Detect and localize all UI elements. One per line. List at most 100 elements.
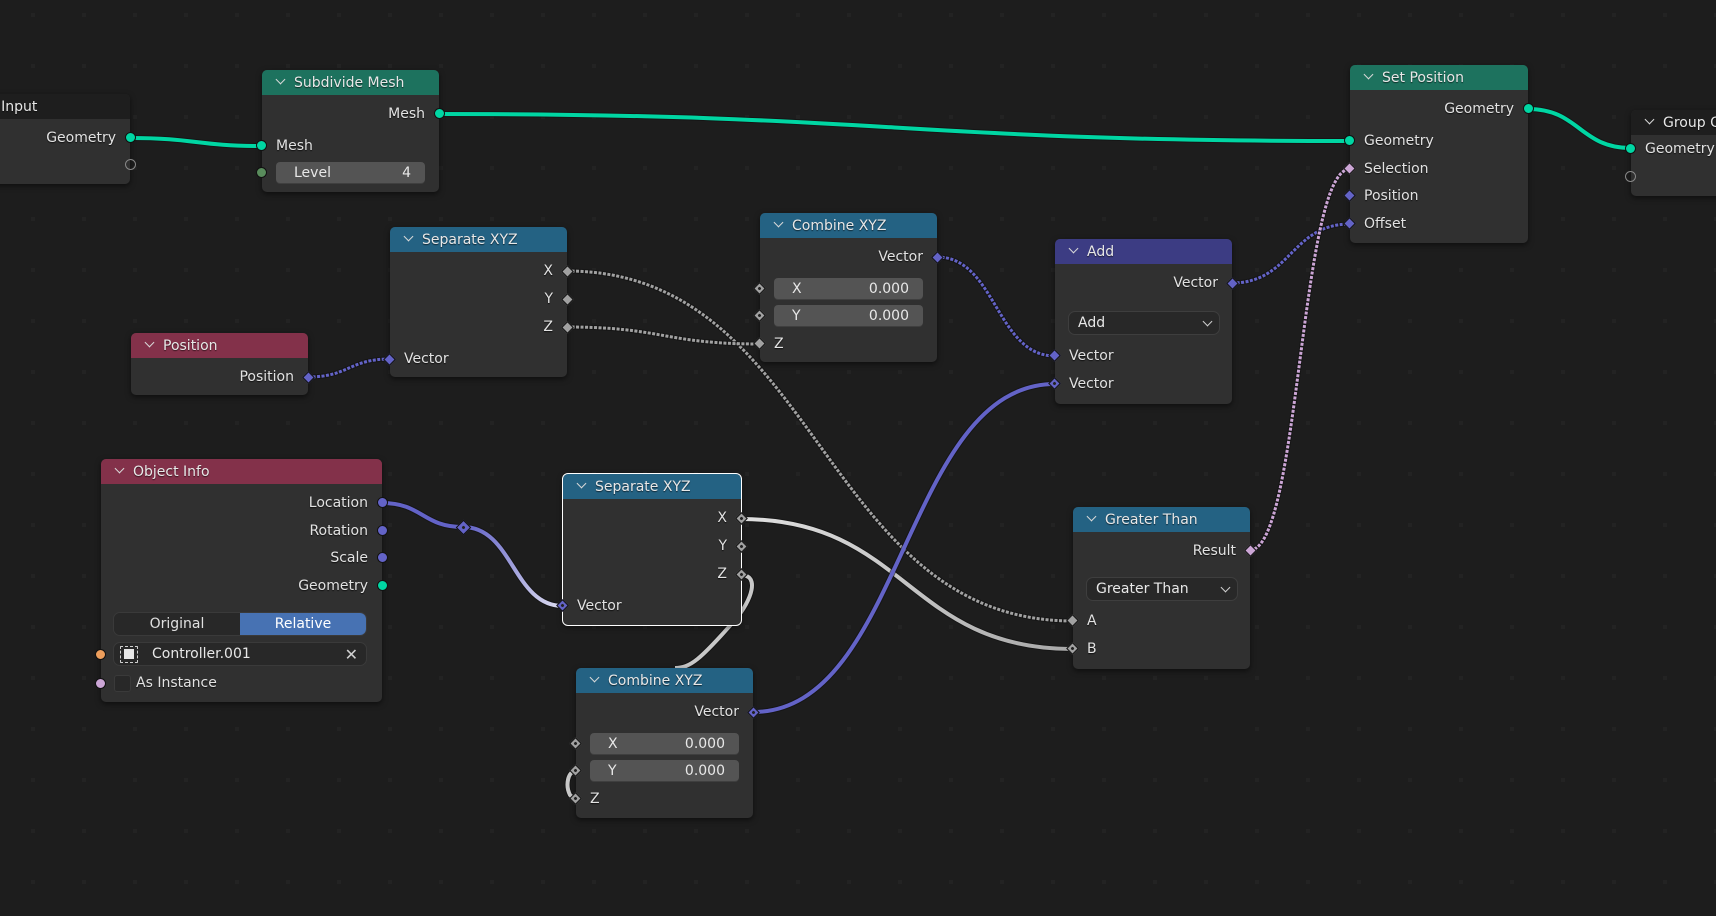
- operation-value: Greater Than: [1096, 581, 1189, 597]
- as-instance-checkbox[interactable]: [114, 675, 131, 692]
- node-combine-xyz-2[interactable]: Combine XYZ Vector X 0.000 Y 0.000 Z: [569, 668, 760, 818]
- grid-dot: [439, 625, 443, 629]
- chevron-down-icon[interactable]: [1645, 116, 1655, 126]
- y-field[interactable]: Y 0.000: [774, 305, 923, 327]
- socket-level-input[interactable]: [256, 167, 267, 178]
- node-group-input[interactable]: Group Input Geometry: [0, 94, 136, 184]
- grid-dot: [1612, 523, 1616, 527]
- node-subdivide-mesh[interactable]: Subdivide Mesh Mesh Mesh Level 4: [256, 70, 445, 192]
- toggle-relative[interactable]: Relative: [240, 613, 366, 635]
- chevron-down-icon[interactable]: [1087, 513, 1097, 523]
- grid-dot: [1663, 268, 1667, 272]
- grid-dot: [745, 880, 749, 884]
- socket-geometry-input[interactable]: [1344, 135, 1355, 146]
- node-separate-xyz-1[interactable]: Separate XYZ X Y Z Vector: [383, 227, 574, 377]
- node-header[interactable]: Combine XYZ: [576, 668, 753, 693]
- socket-geometry-output[interactable]: [377, 580, 388, 591]
- socket-empty-input[interactable]: [1625, 171, 1636, 182]
- chevron-down-icon[interactable]: [1364, 71, 1374, 81]
- toggle-original[interactable]: Original: [114, 613, 240, 635]
- socket-location-output[interactable]: [377, 497, 388, 508]
- node-header[interactable]: Add: [1055, 239, 1232, 264]
- node-separate-xyz-2[interactable]: Separate XYZ X Y Z Vector: [556, 473, 748, 626]
- grid-dot: [1408, 829, 1412, 833]
- node-header[interactable]: Group O: [1631, 110, 1716, 135]
- chevron-down-icon[interactable]: [590, 674, 600, 684]
- grid-dot: [286, 727, 290, 731]
- grid-dot: [592, 421, 596, 425]
- node-header[interactable]: Separate XYZ: [390, 227, 567, 252]
- x-field[interactable]: X 0.000: [774, 278, 923, 300]
- node-greater-than[interactable]: Greater Than Result Greater Than A B: [1066, 507, 1257, 669]
- node-group-output[interactable]: Group O Geometry: [1625, 110, 1716, 196]
- chevron-down-icon[interactable]: [276, 76, 286, 86]
- grid-dot: [1357, 319, 1361, 323]
- grid-dot: [1612, 676, 1616, 680]
- node-combine-xyz-1[interactable]: Combine XYZ Vector X 0.000 Y 0.000 Z: [753, 213, 944, 362]
- grid-dot: [592, 64, 596, 68]
- socket-geometry-input[interactable]: [1625, 143, 1636, 154]
- chevron-down-icon[interactable]: [774, 219, 784, 229]
- transform-space-toggle[interactable]: Original Relative: [113, 612, 367, 636]
- grid-dot: [1102, 778, 1106, 782]
- grid-dot: [1000, 217, 1004, 221]
- chevron-down-icon[interactable]: [145, 339, 155, 349]
- grid-dot: [1510, 13, 1514, 17]
- grid-dot: [337, 217, 341, 221]
- node-header[interactable]: Set Position: [1350, 65, 1528, 90]
- grid-dot: [796, 778, 800, 782]
- grid-dot: [847, 166, 851, 170]
- node-header[interactable]: Object Info: [101, 459, 382, 484]
- socket-rotation-output[interactable]: [377, 525, 388, 536]
- node-header[interactable]: Position: [131, 333, 308, 358]
- level-field[interactable]: Level 4: [276, 162, 425, 184]
- grid-dot: [490, 625, 494, 629]
- grid-dot: [1510, 676, 1514, 680]
- grid-dot: [1153, 217, 1157, 221]
- socket-empty-output[interactable]: [125, 159, 136, 170]
- operation-dropdown[interactable]: Add: [1068, 311, 1220, 335]
- socket-label-offset: Offset: [1364, 216, 1407, 232]
- chevron-down-icon[interactable]: [577, 480, 587, 490]
- operation-value: Add: [1078, 315, 1106, 331]
- grid-dot: [1459, 523, 1463, 527]
- grid-dot: [1153, 115, 1157, 119]
- chevron-down-icon[interactable]: [1069, 245, 1079, 255]
- socket-as-instance-input[interactable]: [95, 678, 106, 689]
- grid-dot: [1000, 421, 1004, 425]
- node-header[interactable]: Subdivide Mesh: [262, 70, 439, 95]
- grid-dot: [592, 115, 596, 119]
- socket-geometry-output[interactable]: [1523, 103, 1534, 114]
- chevron-down-icon[interactable]: [115, 465, 125, 475]
- node-header[interactable]: Group Input: [0, 94, 130, 119]
- socket-geometry-output[interactable]: [125, 132, 136, 143]
- node-editor-canvas[interactable]: Group Input Geometry Subdivide Mesh Mesh…: [0, 0, 1716, 916]
- x-field[interactable]: X 0.000: [590, 733, 739, 755]
- node-vector-add[interactable]: Add Vector Add Vector Vector: [1048, 239, 1239, 404]
- node-header[interactable]: Combine XYZ: [760, 213, 937, 238]
- clear-icon[interactable]: ✕: [345, 645, 358, 664]
- grid-dot: [592, 268, 596, 272]
- socket-object-input[interactable]: [95, 649, 106, 660]
- node-object-info[interactable]: Object Info Location Rotation Scale Geom…: [95, 459, 388, 702]
- grid-dot: [1051, 676, 1055, 680]
- node-header[interactable]: Greater Than: [1073, 507, 1250, 532]
- object-field[interactable]: Controller.001 ✕: [113, 642, 367, 666]
- grid-dot: [949, 676, 953, 680]
- grid-dot: [235, 829, 239, 833]
- node-header[interactable]: Separate XYZ: [563, 474, 741, 499]
- grid-dot: [1561, 13, 1565, 17]
- grid-dot: [694, 319, 698, 323]
- node-set-position[interactable]: Set Position Geometry Geometry Selection…: [1343, 65, 1534, 243]
- grid-dot: [1306, 727, 1310, 731]
- grid-dot: [1510, 472, 1514, 476]
- operation-dropdown[interactable]: Greater Than: [1086, 577, 1238, 601]
- socket-mesh-output[interactable]: [434, 108, 445, 119]
- grid-dot: [1510, 727, 1514, 731]
- socket-scale-output[interactable]: [377, 552, 388, 563]
- chevron-down-icon[interactable]: [404, 233, 414, 243]
- y-field[interactable]: Y 0.000: [590, 760, 739, 782]
- socket-mesh-input[interactable]: [256, 140, 267, 151]
- node-position[interactable]: Position Position: [131, 333, 315, 395]
- grid-dot: [235, 166, 239, 170]
